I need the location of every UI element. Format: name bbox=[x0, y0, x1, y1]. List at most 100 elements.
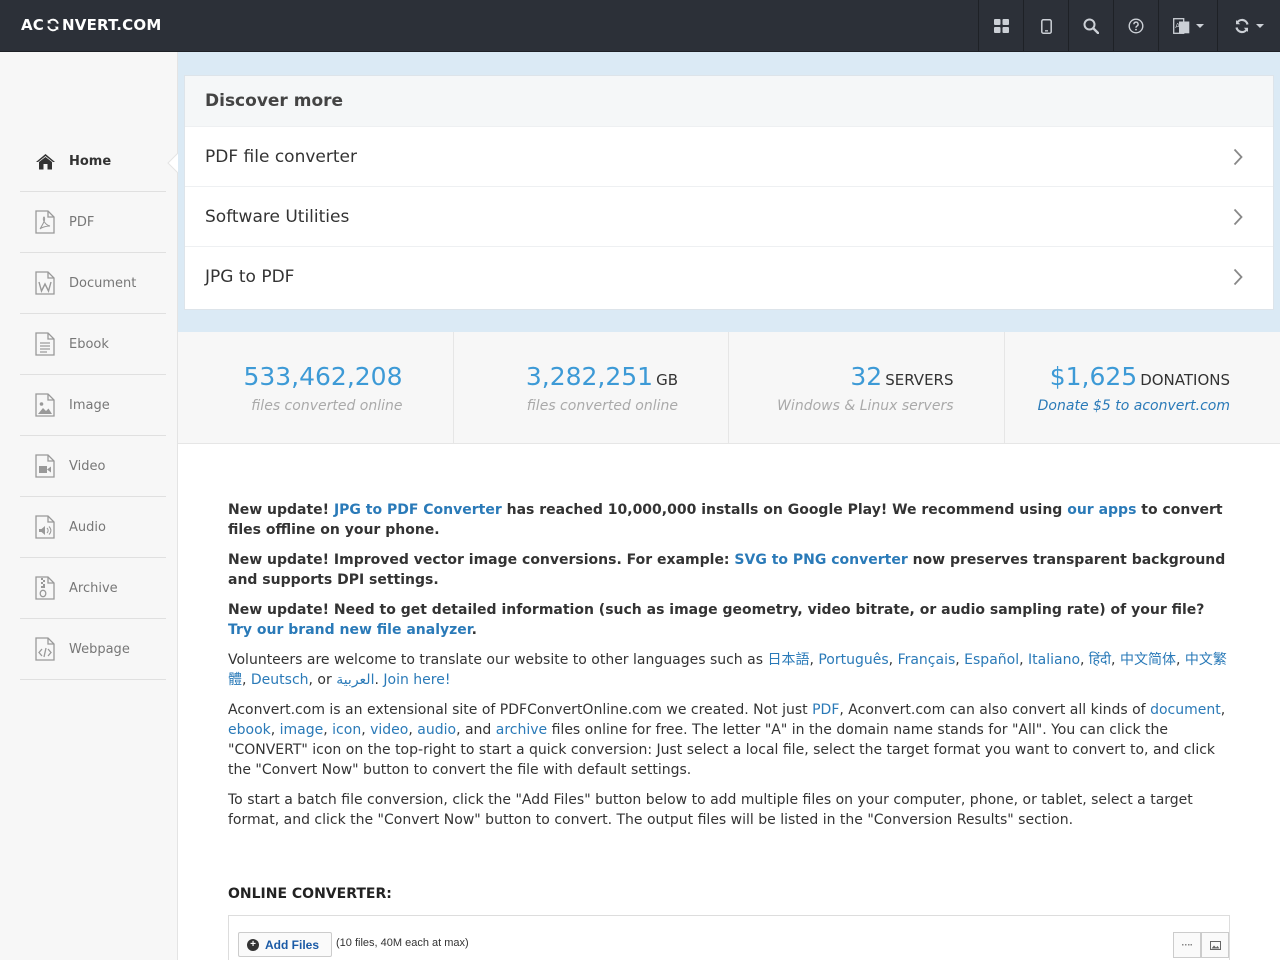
svg-to-png-link[interactable]: SVG to PNG converter bbox=[734, 552, 907, 568]
stats-bar: 533,462,208 files converted online 3,282… bbox=[178, 332, 1280, 444]
stat-donations: $1,625 DONATIONS Donate $5 to aconvert.co… bbox=[1005, 332, 1280, 444]
chevron-down-icon bbox=[1195, 24, 1204, 28]
discover-section: Discover more PDF file converter Softwar… bbox=[178, 52, 1280, 332]
lang-link-portuguese[interactable]: Português bbox=[818, 652, 888, 668]
file-analyzer-link[interactable]: Try our brand new file analyzer bbox=[228, 622, 472, 638]
discover-item-software-utilities[interactable]: Software Utilities bbox=[185, 186, 1273, 246]
archive-icon bbox=[34, 576, 56, 600]
lang-link-french[interactable]: Français bbox=[898, 652, 956, 668]
sidebar-item-image[interactable]: Image bbox=[20, 375, 166, 436]
sidebar-item-label: Document bbox=[69, 275, 137, 291]
sidebar-item-label: Archive bbox=[69, 580, 118, 596]
stat-value: 32 SERVERS bbox=[850, 362, 954, 391]
sidebar-item-archive[interactable]: Archive bbox=[20, 558, 166, 619]
main-content: New update! JPG to PDF Converter has rea… bbox=[228, 500, 1232, 840]
sidebar-item-webpage[interactable]: Webpage bbox=[20, 619, 166, 680]
grid-icon bbox=[993, 19, 1009, 33]
webpage-icon bbox=[34, 637, 56, 661]
pdf-link[interactable]: PDF bbox=[812, 702, 839, 718]
chevron-right-icon bbox=[1233, 148, 1243, 165]
audio-link[interactable]: audio bbox=[417, 722, 456, 738]
lang-link-chinese-simplified[interactable]: 中文简体 bbox=[1120, 652, 1176, 668]
icon-link[interactable]: icon bbox=[332, 722, 361, 738]
lang-link-japanese[interactable]: 日本語 bbox=[767, 652, 809, 668]
lang-link-italian[interactable]: Italiano bbox=[1028, 652, 1080, 668]
chevron-right-icon bbox=[1233, 208, 1243, 225]
volunteers-paragraph: Volunteers are welcome to translate our … bbox=[228, 652, 1227, 688]
svg-text:A: A bbox=[1175, 22, 1180, 30]
discover-item-label: Software Utilities bbox=[205, 206, 350, 227]
document-link[interactable]: document bbox=[1150, 702, 1221, 718]
image-link[interactable]: image bbox=[280, 722, 324, 738]
lang-link-spanish[interactable]: Español bbox=[964, 652, 1019, 668]
stat-value: 3,282,251 GB bbox=[525, 362, 678, 391]
ebook-link[interactable]: ebook bbox=[228, 722, 271, 738]
lang-link-arabic[interactable]: العربية bbox=[336, 672, 374, 688]
home-icon bbox=[34, 149, 56, 173]
sidebar-item-label: Video bbox=[69, 458, 106, 474]
sidebar-item-label: Webpage bbox=[69, 641, 130, 657]
batch-paragraph: To start a batch file conversion, click … bbox=[228, 792, 1193, 828]
sidebar-item-audio[interactable]: Audio bbox=[20, 497, 166, 558]
image-icon bbox=[34, 393, 56, 417]
sidebar-item-label: PDF bbox=[69, 214, 95, 230]
sidebar-item-pdf[interactable]: PDF bbox=[20, 192, 166, 253]
stat-unit: GB bbox=[656, 371, 678, 389]
sidebar-item-label: Ebook bbox=[69, 336, 109, 352]
stat-value: $1,625 DONATIONS bbox=[1049, 362, 1230, 391]
discover-panel: Discover more PDF file converter Softwar… bbox=[184, 75, 1274, 310]
logo-refresh-icon bbox=[47, 18, 59, 32]
view-toggle-group bbox=[1173, 932, 1229, 958]
discover-item-label: JPG to PDF bbox=[205, 266, 295, 287]
logo-text-left: AC bbox=[21, 16, 45, 34]
add-files-button[interactable]: + Add Files bbox=[238, 932, 333, 957]
search-icon bbox=[1083, 18, 1099, 34]
lang-link-german[interactable]: Deutsch bbox=[251, 672, 309, 688]
chevron-down-icon bbox=[1256, 24, 1264, 28]
sidebar-item-video[interactable]: Video bbox=[20, 436, 166, 497]
stat-caption: files converted online bbox=[526, 398, 678, 414]
sidebar-item-document[interactable]: Document bbox=[20, 253, 166, 314]
tablet-icon bbox=[1040, 18, 1052, 34]
convert-icon bbox=[1235, 18, 1249, 34]
donate-link[interactable]: Donate $5 to aconvert.com bbox=[1038, 398, 1230, 414]
thumbnail-view-button[interactable] bbox=[1201, 932, 1229, 958]
update-notice-3: New update! Need to get detailed informa… bbox=[228, 602, 1205, 638]
stat-unit: SERVERS bbox=[885, 371, 954, 389]
video-link[interactable]: video bbox=[370, 722, 408, 738]
online-converter-title: ONLINE CONVERTER: bbox=[228, 886, 392, 902]
search-button[interactable] bbox=[1068, 0, 1113, 52]
list-view-button[interactable] bbox=[1173, 932, 1201, 958]
update-notice-2: New update! Improved vector image conver… bbox=[228, 552, 1226, 588]
logo-text-right: NVERT.COM bbox=[62, 16, 162, 34]
discover-item-jpg-to-pdf[interactable]: JPG to PDF bbox=[185, 246, 1273, 306]
sidebar-item-label: Audio bbox=[69, 519, 106, 535]
help-button[interactable] bbox=[1113, 0, 1158, 52]
stat-caption: Windows & Linux servers bbox=[777, 398, 954, 414]
language-icon: A bbox=[1172, 18, 1189, 34]
stat-caption: files converted online bbox=[251, 398, 403, 414]
plus-icon: + bbox=[247, 938, 259, 951]
convert-dropdown[interactable] bbox=[1217, 0, 1280, 52]
archive-link[interactable]: archive bbox=[496, 722, 547, 738]
file-limit-note: (10 files, 40M each at max) bbox=[336, 937, 469, 949]
sidebar-item-ebook[interactable]: Ebook bbox=[20, 314, 166, 375]
lang-link-hindi[interactable]: हिंदी bbox=[1089, 652, 1111, 668]
document-icon bbox=[34, 271, 56, 295]
help-icon bbox=[1128, 18, 1144, 34]
sidebar-item-home[interactable]: Home bbox=[20, 131, 166, 192]
sidebar: Home PDF Document Ebook Image Video Audi… bbox=[0, 52, 179, 960]
mobile-apps-button[interactable] bbox=[1023, 0, 1068, 52]
update-notice-1: New update! JPG to PDF Converter has rea… bbox=[228, 502, 1223, 538]
join-here-link[interactable]: Join here! bbox=[383, 672, 450, 688]
our-apps-link[interactable]: our apps bbox=[1067, 502, 1136, 518]
jpg-to-pdf-link[interactable]: JPG to PDF Converter bbox=[334, 502, 502, 518]
sidebar-item-label: Home bbox=[69, 153, 112, 169]
apps-grid-button[interactable] bbox=[978, 0, 1023, 52]
discover-item-label: PDF file converter bbox=[205, 146, 357, 167]
stat-gb-converted: 3,282,251 GB files converted online bbox=[454, 332, 729, 444]
discover-item-pdf-converter[interactable]: PDF file converter bbox=[185, 126, 1273, 186]
pdf-icon bbox=[34, 210, 56, 234]
site-logo[interactable]: AC NVERT.COM bbox=[21, 16, 161, 34]
language-dropdown[interactable]: A bbox=[1158, 0, 1217, 52]
